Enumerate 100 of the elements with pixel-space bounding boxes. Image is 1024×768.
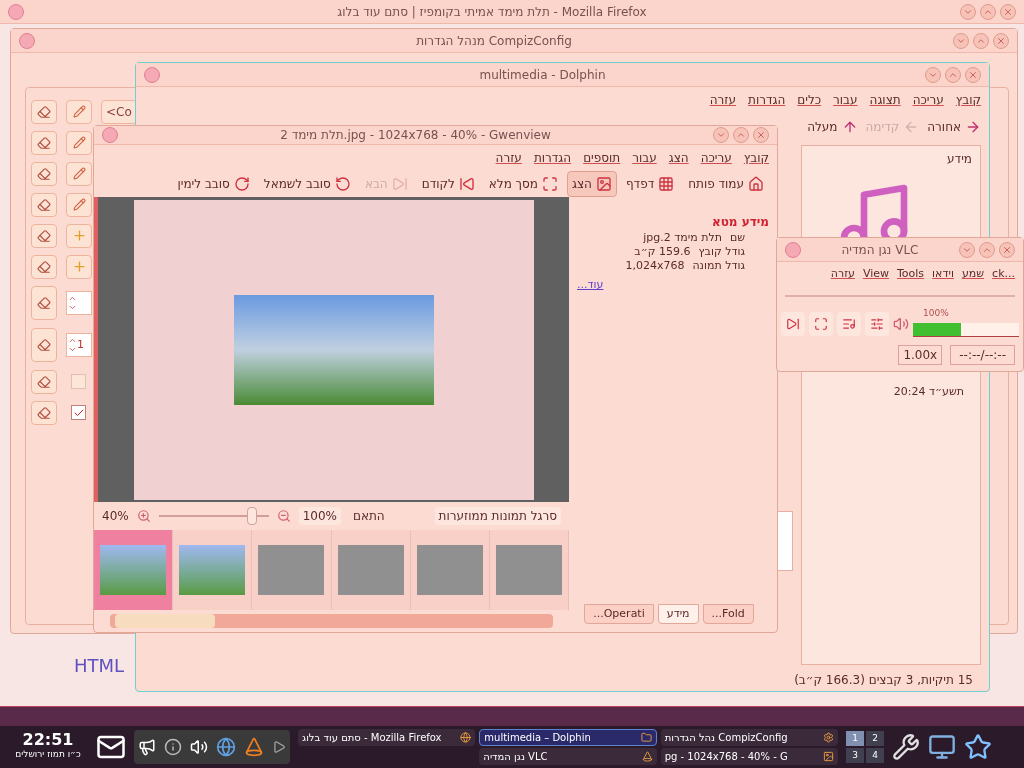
menu-item[interactable]: הגדרות [533,149,572,167]
traffic-cone-icon[interactable] [244,737,264,757]
thumbnail[interactable] [252,530,332,610]
menu-item[interactable]: עבור [833,91,858,109]
zoom-out-icon[interactable] [276,509,291,523]
reset-button[interactable] [31,99,57,124]
play-icon[interactable] [272,740,286,754]
menu-item[interactable]: הצג [668,149,689,167]
wrench-icon[interactable] [892,733,920,761]
zoom-in-icon[interactable] [136,509,151,523]
window-menu-icon[interactable] [785,241,801,258]
globe-icon[interactable] [216,737,236,757]
close-button[interactable] [993,32,1009,49]
side-tab[interactable]: Fold... [702,604,754,624]
menu-item[interactable]: הגדרות [748,91,786,109]
menu-item[interactable]: כלים [797,91,822,109]
edit-button[interactable] [66,130,92,155]
equalizer-button[interactable] [865,311,889,336]
reset-button[interactable] [31,400,57,425]
window-menu-icon[interactable] [19,32,35,49]
close-button[interactable] [965,66,981,83]
maximize-button[interactable] [979,241,995,258]
window-menu-icon[interactable] [144,66,160,83]
thumbnail[interactable] [331,530,411,610]
reset-button[interactable] [31,192,57,217]
spin-box[interactable]: 1 [66,333,92,357]
next-button[interactable] [781,311,805,336]
side-tab[interactable]: Operati... [584,604,654,624]
menu-item[interactable]: שמע [961,266,985,283]
minimize-button[interactable] [959,241,975,258]
toolbar-button[interactable]: סובב לשמאל [258,171,356,197]
window-menu-icon[interactable] [102,127,118,143]
fit-button[interactable]: התאם [349,507,389,525]
chevron-up-icon[interactable] [68,336,77,345]
reset-button[interactable] [31,328,57,362]
spin-box[interactable] [66,291,92,315]
maximize-button[interactable] [945,66,961,83]
menu-item[interactable]: וידאו [932,266,954,283]
thumbnail[interactable] [94,530,174,610]
add-button[interactable] [66,254,92,279]
desktop-pager-button[interactable]: 2 [866,731,884,746]
menu-item[interactable]: תצוגה [869,91,901,109]
minimize-button[interactable] [925,66,941,83]
menu-item[interactable]: ...ck [992,266,1015,283]
info-icon[interactable] [164,738,182,756]
task-button[interactable]: multimedia – Dolphin [479,729,657,746]
nav-button[interactable]: מעלה [807,118,858,136]
reset-button[interactable] [31,286,57,320]
task-button[interactable]: סתם עוד בלוג - Mozilla Firefox [298,729,476,746]
edit-button[interactable] [66,99,92,124]
desktop-pager-button[interactable]: 3 [846,748,864,763]
actual-size-button[interactable]: 100% [298,507,341,525]
toolbar-button[interactable]: לקודם [416,171,480,197]
toolbar-button[interactable]: עמוד פותח [683,171,769,197]
chevron-down-icon[interactable] [68,303,77,312]
megaphone-icon[interactable] [138,738,156,756]
volume-slider[interactable] [913,322,1019,337]
menu-item[interactable]: קובץ [955,91,981,109]
menu-item[interactable]: עזרה [495,149,522,167]
task-button[interactable]: נהל הגדרות CompizConfig [660,729,838,746]
toolbar-button[interactable]: סובב לימין [172,171,255,197]
maximize-button[interactable] [980,3,996,20]
slider-thumb[interactable] [247,507,258,525]
menu-item[interactable]: View [862,266,889,283]
reset-button[interactable] [31,223,57,248]
nav-button[interactable]: אחורה [927,118,981,136]
minimize-button[interactable] [960,3,976,20]
task-button[interactable]: נגן המדיה VLC [479,748,657,765]
toolbar-button[interactable]: דפדף [620,171,680,197]
minimize-button[interactable] [713,127,729,143]
desktop-pager-button[interactable]: 4 [866,748,884,763]
scrollbar[interactable] [110,614,553,628]
monitor-icon[interactable] [928,733,956,761]
close-button[interactable] [1000,3,1016,20]
more-link[interactable]: עוד... [577,277,604,294]
zoom-slider[interactable] [158,507,269,525]
menu-item[interactable]: תוספים [583,149,621,167]
maximize-button[interactable] [973,32,989,49]
menu-item[interactable]: עריכה [912,91,944,109]
menu-item[interactable]: עבור [632,149,657,167]
maximize-button[interactable] [733,127,749,143]
launcher-icon[interactable] [964,733,992,761]
side-tab[interactable]: מידע [657,604,699,624]
edit-button[interactable] [66,161,92,186]
reset-button[interactable] [31,369,57,394]
toolbar-button[interactable]: מסך מלא [483,171,563,197]
value-button[interactable]: <Co [101,99,137,124]
chevron-up-icon[interactable] [68,294,77,303]
menu-item[interactable]: עזרה [709,91,736,109]
task-button[interactable]: pg - 1024x768 - 40% - G [660,748,838,765]
checkbox[interactable] [71,374,86,389]
chevron-down-icon[interactable] [68,345,77,354]
thumbnail[interactable] [489,530,570,610]
minimize-button[interactable] [953,32,969,49]
menu-item[interactable]: Tools [897,266,925,283]
close-button[interactable] [753,127,769,143]
menu-item[interactable]: עריכה [700,149,732,167]
fullscreen-button[interactable] [809,311,833,336]
thumbnail-bar-button[interactable]: סרגל תמונות ממוזערות [434,507,561,525]
playlist-button[interactable] [837,311,861,336]
